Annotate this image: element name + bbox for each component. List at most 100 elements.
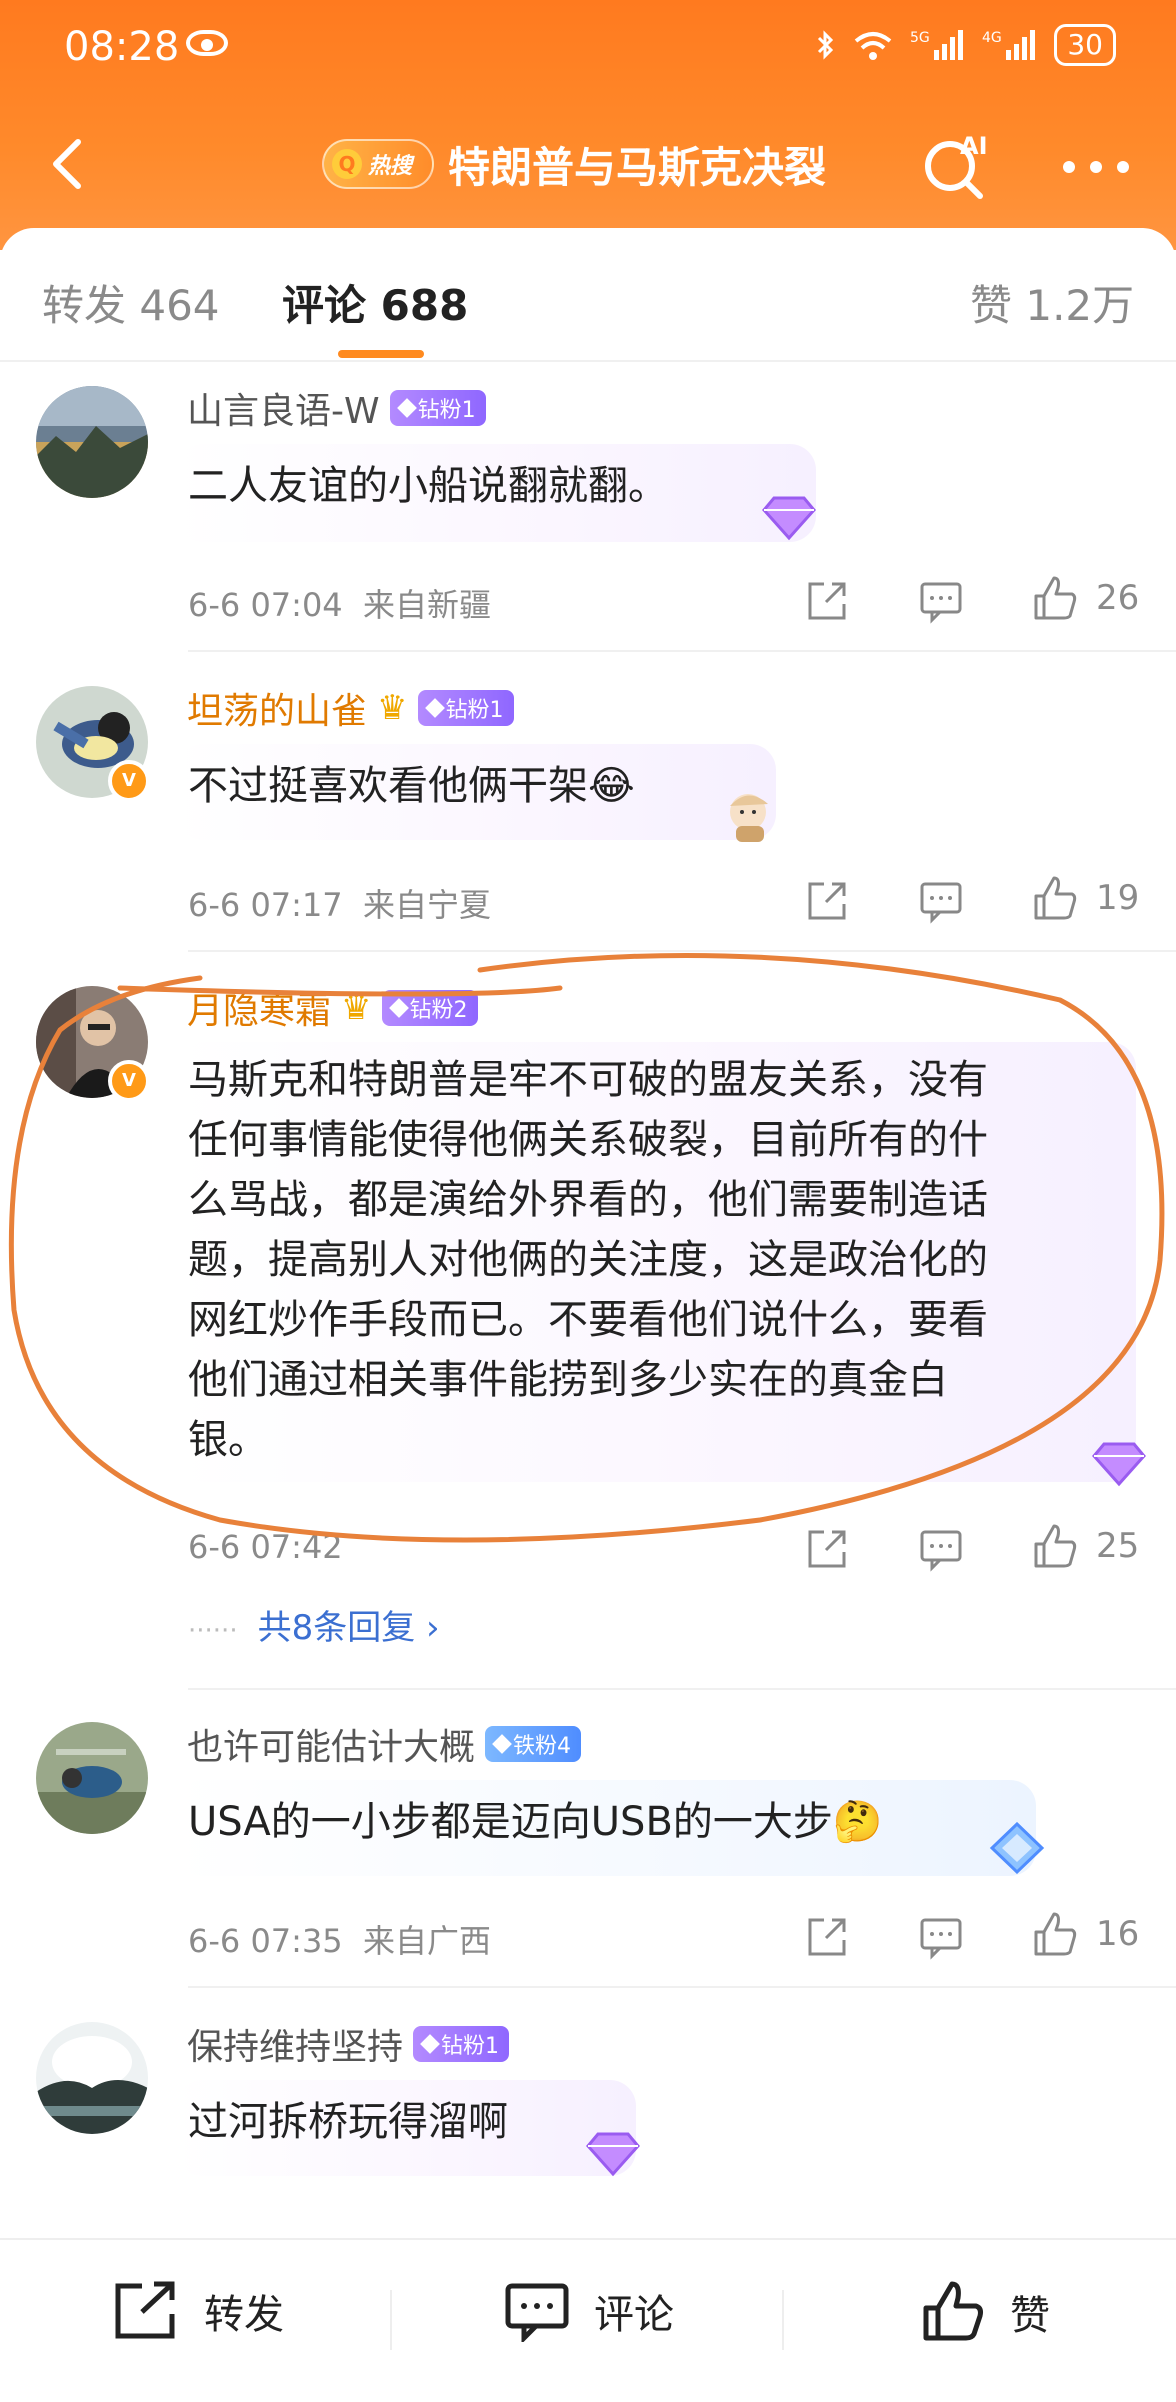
tab-likes[interactable]: 赞 1.2万 xyxy=(970,272,1134,333)
anime-sticker-icon xyxy=(730,794,768,842)
comment-button[interactable]: 评论 xyxy=(504,2280,674,2342)
comment-username[interactable]: 山言良语-W 钻粉1 xyxy=(187,382,486,434)
diamond-gem-icon xyxy=(1092,1442,1146,1487)
username-text: 也许可能估计大概 xyxy=(187,1727,476,1768)
share-icon[interactable] xyxy=(804,578,850,624)
fan-badge-label: 铁粉4 xyxy=(513,1734,572,1759)
status-bar: 08:28 5G 4G 30 xyxy=(0,0,1176,100)
share-icon[interactable] xyxy=(804,878,850,924)
ai-label: AI xyxy=(960,132,988,160)
diamond-gem-icon xyxy=(586,2132,640,2177)
view-replies-link[interactable]: ······ 共8条回复 › xyxy=(188,1600,440,1649)
like-icon[interactable] xyxy=(1030,1522,1080,1572)
divider xyxy=(188,950,1176,952)
tab-bar: 转发 464 评论 688 赞 1.2万 xyxy=(0,228,1176,358)
comment-text-line: 马斯克和特朗普是牢不可破的盟友关系，没有 xyxy=(188,1057,988,1103)
diamond-icon xyxy=(420,2034,440,2054)
comment-label: 评论 xyxy=(594,2292,674,2338)
fan-badge-label: 钻粉2 xyxy=(409,998,468,1023)
comment-meta: 6-6 07:35 来自广西 xyxy=(188,1916,491,1962)
comment-username[interactable]: 也许可能估计大概 铁粉4 xyxy=(187,1718,582,1770)
username-text: 山言良语-W xyxy=(187,391,380,432)
comment-username[interactable]: 保持维持坚持 钻粉1 xyxy=(187,2018,510,2070)
reply-icon[interactable] xyxy=(918,1914,964,1960)
reply-icon[interactable] xyxy=(918,578,964,624)
nav-bar: Q 热搜 特朗普与马斯克决裂 AI xyxy=(0,110,1176,220)
reply-icon[interactable] xyxy=(918,1526,964,1572)
hot-search-badge[interactable]: Q 热搜 xyxy=(322,139,434,189)
verified-badge: V xyxy=(108,1060,150,1102)
fan-badge-label: 钻粉1 xyxy=(445,698,504,723)
svg-text:5G: 5G xyxy=(910,30,930,46)
reply-icon[interactable] xyxy=(918,878,964,924)
tab-active-indicator xyxy=(338,350,424,358)
comment-location: 来自新疆 xyxy=(363,586,492,624)
page-title: 特朗普与马斯克决裂 xyxy=(448,142,827,192)
more-options-icon[interactable] xyxy=(1062,160,1130,174)
status-time: 08:28 xyxy=(64,24,180,70)
fan-badge: 钻粉1 xyxy=(417,690,514,726)
page-title-group: Q 热搜 特朗普与马斯克决裂 xyxy=(322,134,826,194)
comment-text-line: 银。 xyxy=(188,1417,268,1463)
verified-badge: V xyxy=(108,760,150,802)
comment-time: 6-6 07:04 xyxy=(188,586,343,624)
comment-location: 来自广西 xyxy=(363,1922,492,1960)
fan-badge-label: 钻粉1 xyxy=(417,398,476,423)
like-icon xyxy=(923,2281,983,2341)
comment-text-line: 网红炒作手段而已。不要看他们说什么，要看 xyxy=(188,1297,988,1343)
share-icon[interactable] xyxy=(804,1914,850,1960)
comment-meta: 6-6 07:04 来自新疆 xyxy=(188,580,491,626)
comment-time: 6-6 07:17 xyxy=(188,886,343,924)
comment-text: 过河拆桥玩得溜啊 xyxy=(188,2099,508,2145)
comment-text-line: 他们通过相关事件能捞到多少实在的真金白 xyxy=(188,1357,948,1403)
bluetooth-icon xyxy=(818,30,834,60)
comment-text-line: 题，提高别人对他俩的关注度，这是政治化的 xyxy=(188,1237,988,1283)
bottom-action-bar: 转发 评论 赞 xyxy=(0,2238,1176,2402)
diamond-icon xyxy=(492,1734,512,1754)
avatar[interactable] xyxy=(36,1722,148,1834)
tab-repost[interactable]: 转发 464 xyxy=(42,272,220,333)
like-icon[interactable] xyxy=(1030,874,1080,924)
comment-username[interactable]: 坦荡的山雀 ♛ 钻粉1 xyxy=(187,682,514,734)
divider xyxy=(188,1986,1176,1988)
comment-time: 6-6 07:42 xyxy=(188,1528,343,1566)
share-icon[interactable] xyxy=(804,1526,850,1572)
tab-comments[interactable]: 评论 688 xyxy=(282,272,468,333)
comment-text: USA的一小步都是迈向USB的一大步🤔 xyxy=(188,1799,883,1845)
repost-label: 转发 xyxy=(204,2292,284,2338)
comment-username[interactable]: 月隐寒霜 ♛ 钻粉2 xyxy=(187,982,478,1034)
like-label: 赞 xyxy=(1010,2293,1050,2339)
signal-5g-icon: 5G xyxy=(910,30,964,60)
wifi-icon xyxy=(855,32,892,60)
like-button[interactable]: 赞 xyxy=(920,2280,1050,2344)
comment-text: 不过挺喜欢看他俩干架😂 xyxy=(188,763,635,809)
fan-badge: 钻粉1 xyxy=(389,390,486,426)
like-icon[interactable] xyxy=(1030,574,1080,624)
search-icon: Q xyxy=(332,149,362,179)
divider xyxy=(188,650,1176,652)
divider xyxy=(390,2290,392,2350)
ai-search-icon[interactable]: AI xyxy=(920,132,990,202)
like-count: 19 xyxy=(1096,878,1140,918)
fan-badge: 铁粉4 xyxy=(485,1726,582,1762)
comment-meta: 6-6 07:17 来自宁夏 xyxy=(188,880,491,926)
comment-time: 6-6 07:35 xyxy=(188,1922,343,1960)
fan-badge: 钻粉1 xyxy=(413,2026,510,2062)
avatar[interactable] xyxy=(36,2022,148,2134)
divider xyxy=(782,2290,784,2350)
comment-text-line: 任何事情能使得他俩关系破裂，目前所有的什 xyxy=(188,1117,988,1163)
like-count: 16 xyxy=(1096,1914,1140,1954)
dots-icon: ······ xyxy=(188,1616,238,1646)
battery-indicator: 30 xyxy=(1054,24,1116,66)
diamond-icon xyxy=(424,698,445,718)
hot-search-label: 热搜 xyxy=(368,154,413,179)
divider xyxy=(188,1688,1176,1690)
svg-text:4G: 4G xyxy=(982,30,1002,46)
header-bar: 08:28 5G 4G 30 Q 热搜 特朗普与马斯克决裂 AI xyxy=(0,0,1176,250)
avatar[interactable] xyxy=(36,386,148,498)
comment-text: 马斯克和特朗普是牢不可破的盟友关系，没有 任何事情能使得他俩关系破裂，目前所有的… xyxy=(188,1050,988,1470)
like-icon[interactable] xyxy=(1030,1910,1080,1960)
back-arrow-icon[interactable] xyxy=(40,134,100,194)
repost-button[interactable]: 转发 xyxy=(112,2280,284,2342)
like-count: 25 xyxy=(1096,1526,1140,1566)
